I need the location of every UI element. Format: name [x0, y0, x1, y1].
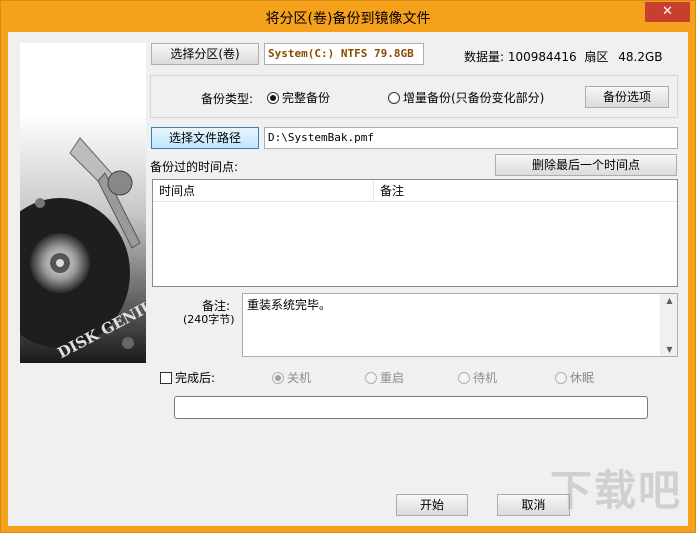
after-complete-checkbox[interactable]: 完成后:: [160, 369, 215, 386]
disk-genius-illustration: DISK GENIUS: [20, 43, 146, 363]
column-header-note[interactable]: 备注: [374, 180, 674, 202]
hard-disk-icon: DISK GENIUS: [20, 43, 146, 363]
note-scrollbar[interactable]: ▲ ▼: [660, 294, 677, 356]
timepoints-label: 备份过的时间点:: [150, 160, 239, 174]
watermark-logo: 下载吧: [549, 466, 682, 515]
radio-unselected-icon: [458, 372, 470, 384]
dialog-body: DISK GENIUS 选择分区(卷) System(C:) NTFS 79.8…: [8, 32, 688, 526]
checkbox-icon: [160, 372, 172, 384]
radio-selected-icon: [272, 372, 284, 384]
radio-full-backup[interactable]: 完整备份: [267, 89, 330, 106]
list-header: 时间点 备注: [153, 180, 677, 202]
close-icon: ✕: [662, 4, 673, 19]
partition-info-field[interactable]: System(C:) NTFS 79.8GB: [264, 43, 424, 65]
delete-last-timepoint-button[interactable]: 删除最后一个时间点: [495, 154, 677, 176]
select-partition-button[interactable]: 选择分区(卷): [151, 43, 259, 65]
data-label: 数据量:: [464, 50, 505, 64]
note-byte-limit: (240字节): [183, 313, 235, 326]
scroll-up-icon[interactable]: ▲: [661, 296, 678, 305]
note-text: 重装系统完毕。: [247, 298, 332, 312]
radio-incremental-label: 增量备份(只备份变化部分): [403, 91, 545, 105]
radio-selected-icon: [267, 92, 279, 104]
radio-shutdown-label: 关机: [287, 371, 312, 385]
radio-hibernate-label: 休眠: [570, 371, 595, 385]
close-button[interactable]: ✕: [645, 2, 690, 22]
start-button[interactable]: 开始: [396, 494, 468, 516]
progress-bar: [174, 396, 648, 419]
column-header-timepoint[interactable]: 时间点: [153, 180, 373, 202]
timepoints-list[interactable]: 时间点 备注: [152, 179, 678, 287]
radio-standby-label: 待机: [473, 371, 498, 385]
file-path-input[interactable]: D:\SystemBak.pmf: [264, 127, 678, 149]
radio-unselected-icon: [388, 92, 400, 104]
radio-restart-label: 重启: [380, 371, 405, 385]
backup-options-button[interactable]: 备份选项: [585, 86, 669, 108]
radio-restart[interactable]: 重启: [365, 369, 404, 386]
radio-shutdown[interactable]: 关机: [272, 369, 311, 386]
window-title: 将分区(卷)备份到镜像文件: [265, 11, 431, 27]
radio-standby[interactable]: 待机: [458, 369, 497, 386]
radio-hibernate[interactable]: 休眠: [555, 369, 594, 386]
dialog-window: 将分区(卷)备份到镜像文件 ✕ DISK GENIUS 选择分区(卷) Syst…: [0, 0, 696, 533]
data-amount-label: 数据量: 100984416 扇区 48.2GB: [464, 48, 663, 65]
backup-type-group: 备份类型: 完整备份 增量备份(只备份变化部分) 备份选项: [150, 75, 678, 118]
backup-type-label: 备份类型:: [201, 92, 254, 106]
data-value: 100984416: [507, 50, 577, 64]
sector-label: 扇区: [584, 50, 609, 64]
scroll-down-icon[interactable]: ▼: [661, 345, 678, 354]
after-complete-label: 完成后:: [175, 371, 216, 385]
note-textarea[interactable]: 重装系统完毕。 ▲ ▼: [242, 293, 678, 357]
radio-incremental-backup[interactable]: 增量备份(只备份变化部分): [388, 89, 544, 106]
radio-unselected-icon: [555, 372, 567, 384]
title-bar[interactable]: 将分区(卷)备份到镜像文件 ✕: [1, 1, 695, 32]
partition-size: 48.2GB: [618, 50, 663, 64]
select-file-path-button[interactable]: 选择文件路径: [151, 127, 259, 149]
radio-unselected-icon: [365, 372, 377, 384]
radio-full-backup-label: 完整备份: [282, 91, 331, 105]
